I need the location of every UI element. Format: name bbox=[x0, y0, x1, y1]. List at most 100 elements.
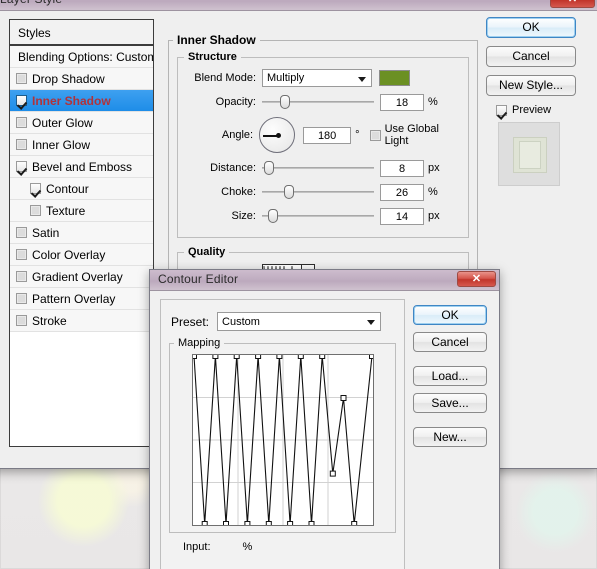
contour-editor-titlebar[interactable]: Contour Editor ✕ bbox=[150, 270, 499, 291]
layer-style-titlebar[interactable]: Layer Style ✕ bbox=[0, 0, 597, 11]
contour-curve bbox=[192, 355, 373, 525]
style-list-item[interactable]: Gradient Overlay bbox=[10, 266, 153, 288]
contour-editor-close-button[interactable]: ✕ bbox=[457, 271, 496, 287]
layer-style-cancel-button[interactable]: Cancel bbox=[486, 46, 576, 67]
save-button[interactable]: Save... bbox=[413, 393, 487, 413]
style-list-item[interactable]: Blending Options: Custom bbox=[10, 46, 153, 68]
style-item-checkbox[interactable] bbox=[16, 161, 27, 172]
angle-unit: ° bbox=[355, 129, 360, 141]
distance-slider-track bbox=[262, 167, 374, 169]
style-list-item[interactable]: Drop Shadow bbox=[10, 68, 153, 90]
style-list-item[interactable]: Contour bbox=[10, 178, 153, 200]
screen: Layer Style ✕ Styles Blending Options: C… bbox=[0, 0, 597, 569]
blend-mode-row: Blend Mode: Multiply bbox=[184, 67, 462, 89]
use-global-light-row[interactable]: Use Global Light bbox=[369, 123, 462, 147]
style-list-item[interactable]: Inner Glow bbox=[10, 134, 153, 156]
style-item-label: Texture bbox=[46, 203, 86, 218]
style-list-item[interactable]: Pattern Overlay bbox=[10, 288, 153, 310]
distance-label: Distance: bbox=[210, 162, 256, 174]
style-item-checkbox[interactable] bbox=[16, 249, 27, 260]
choke-unit: % bbox=[428, 186, 438, 198]
preview-thumbnail-shape-inner bbox=[519, 141, 541, 169]
choke-slider-thumb[interactable] bbox=[284, 185, 294, 199]
preset-label: Preset: bbox=[171, 314, 210, 329]
blend-mode-value: Multiply bbox=[267, 72, 305, 84]
style-list-item[interactable]: Outer Glow bbox=[10, 112, 153, 134]
opacity-slider[interactable] bbox=[262, 94, 374, 110]
layer-style-button-column: OK Cancel New Style... Preview bbox=[486, 17, 584, 186]
contour-editor-button-column: OK Cancel Load... Save... New... bbox=[413, 305, 493, 454]
style-item-checkbox[interactable] bbox=[16, 73, 27, 84]
opacity-slider-thumb[interactable] bbox=[280, 95, 290, 109]
style-item-checkbox[interactable] bbox=[16, 117, 27, 128]
preset-value: Custom bbox=[222, 316, 260, 328]
layer-style-ok-button[interactable]: OK bbox=[486, 17, 576, 38]
preview-label: Preview bbox=[512, 104, 552, 116]
structure-group-title: Structure bbox=[188, 51, 237, 63]
chevron-down-icon bbox=[367, 320, 376, 325]
style-list-item[interactable]: Stroke bbox=[10, 310, 153, 332]
contour-mapping-graph[interactable] bbox=[191, 354, 374, 526]
size-slider[interactable] bbox=[262, 208, 374, 224]
contour-editor-dialog: Contour Editor ✕ Preset: Custom Mapping bbox=[149, 269, 500, 569]
style-list-item[interactable]: Satin bbox=[10, 222, 153, 244]
blend-mode-select[interactable]: Multiply bbox=[262, 69, 372, 87]
style-item-checkbox[interactable] bbox=[16, 227, 27, 238]
style-item-checkbox[interactable] bbox=[16, 271, 27, 282]
opacity-input[interactable]: 18 bbox=[380, 93, 424, 111]
distance-slider-thumb[interactable] bbox=[264, 161, 274, 175]
distance-input[interactable]: 8 bbox=[380, 159, 424, 177]
distance-slider[interactable] bbox=[262, 160, 374, 176]
choke-row: Choke: 26 % bbox=[184, 181, 462, 203]
preset-select[interactable]: Custom bbox=[217, 312, 382, 331]
angle-dial-knob bbox=[276, 133, 282, 138]
new-style-button[interactable]: New Style... bbox=[486, 75, 576, 96]
shadow-color-swatch[interactable] bbox=[379, 70, 410, 86]
style-item-label: Stroke bbox=[32, 313, 67, 328]
contour-editor-panel: Preset: Custom Mapping Input: % bbox=[160, 299, 405, 569]
style-list-item[interactable]: Bevel and Emboss bbox=[10, 156, 153, 178]
choke-input[interactable]: 26 bbox=[380, 183, 424, 201]
load-button[interactable]: Load... bbox=[413, 366, 487, 386]
contour-editor-cancel-button[interactable]: Cancel bbox=[413, 332, 487, 352]
preview-thumbnail bbox=[498, 122, 560, 186]
new-button[interactable]: New... bbox=[413, 427, 487, 447]
style-item-label: Gradient Overlay bbox=[32, 269, 123, 284]
style-list-item[interactable]: Texture bbox=[10, 200, 153, 222]
style-item-label: Color Overlay bbox=[32, 247, 106, 262]
style-item-checkbox[interactable] bbox=[16, 139, 27, 150]
size-slider-thumb[interactable] bbox=[268, 209, 278, 223]
style-list-item[interactable]: Inner Shadow bbox=[10, 90, 153, 112]
layer-style-close-button[interactable]: ✕ bbox=[550, 0, 595, 8]
size-input[interactable]: 14 bbox=[380, 207, 424, 225]
contour-editor-title: Contour Editor bbox=[158, 272, 239, 286]
style-item-label: Satin bbox=[32, 225, 60, 240]
mapping-group: Mapping bbox=[169, 337, 396, 533]
preview-checkbox[interactable] bbox=[496, 104, 507, 116]
input-row: Input: % bbox=[183, 541, 404, 553]
preview-row[interactable]: Preview bbox=[496, 104, 584, 116]
style-list-item[interactable]: Color Overlay bbox=[10, 244, 153, 266]
style-item-checkbox[interactable] bbox=[16, 315, 27, 326]
style-item-checkbox[interactable] bbox=[16, 95, 27, 106]
inner-shadow-group-title: Inner Shadow bbox=[177, 33, 256, 47]
style-item-checkbox[interactable] bbox=[16, 293, 27, 304]
contour-editor-ok-button[interactable]: OK bbox=[413, 305, 487, 325]
opacity-row: Opacity: 18 % bbox=[184, 91, 462, 113]
style-item-label: Blending Options: Custom bbox=[18, 49, 154, 64]
styles-list: Blending Options: Custom Drop Shadow Inner… bbox=[10, 46, 153, 332]
angle-input[interactable]: 180 bbox=[303, 126, 352, 144]
styles-list-panel: Styles Blending Options: Custom Drop Shad… bbox=[9, 19, 154, 447]
angle-dial[interactable] bbox=[259, 117, 296, 153]
layer-style-title: Layer Style bbox=[0, 0, 62, 6]
choke-slider[interactable] bbox=[262, 184, 374, 200]
angle-label: Angle: bbox=[221, 129, 254, 141]
angle-row: Angle: 180 ° Use Global Light bbox=[184, 115, 462, 155]
size-unit: px bbox=[428, 210, 440, 222]
use-global-light-checkbox[interactable] bbox=[369, 129, 381, 141]
mapping-group-title: Mapping bbox=[178, 337, 221, 349]
style-item-label: Outer Glow bbox=[32, 115, 93, 130]
style-item-checkbox[interactable] bbox=[30, 205, 41, 216]
distance-unit: px bbox=[428, 162, 440, 174]
style-item-checkbox[interactable] bbox=[30, 183, 41, 194]
